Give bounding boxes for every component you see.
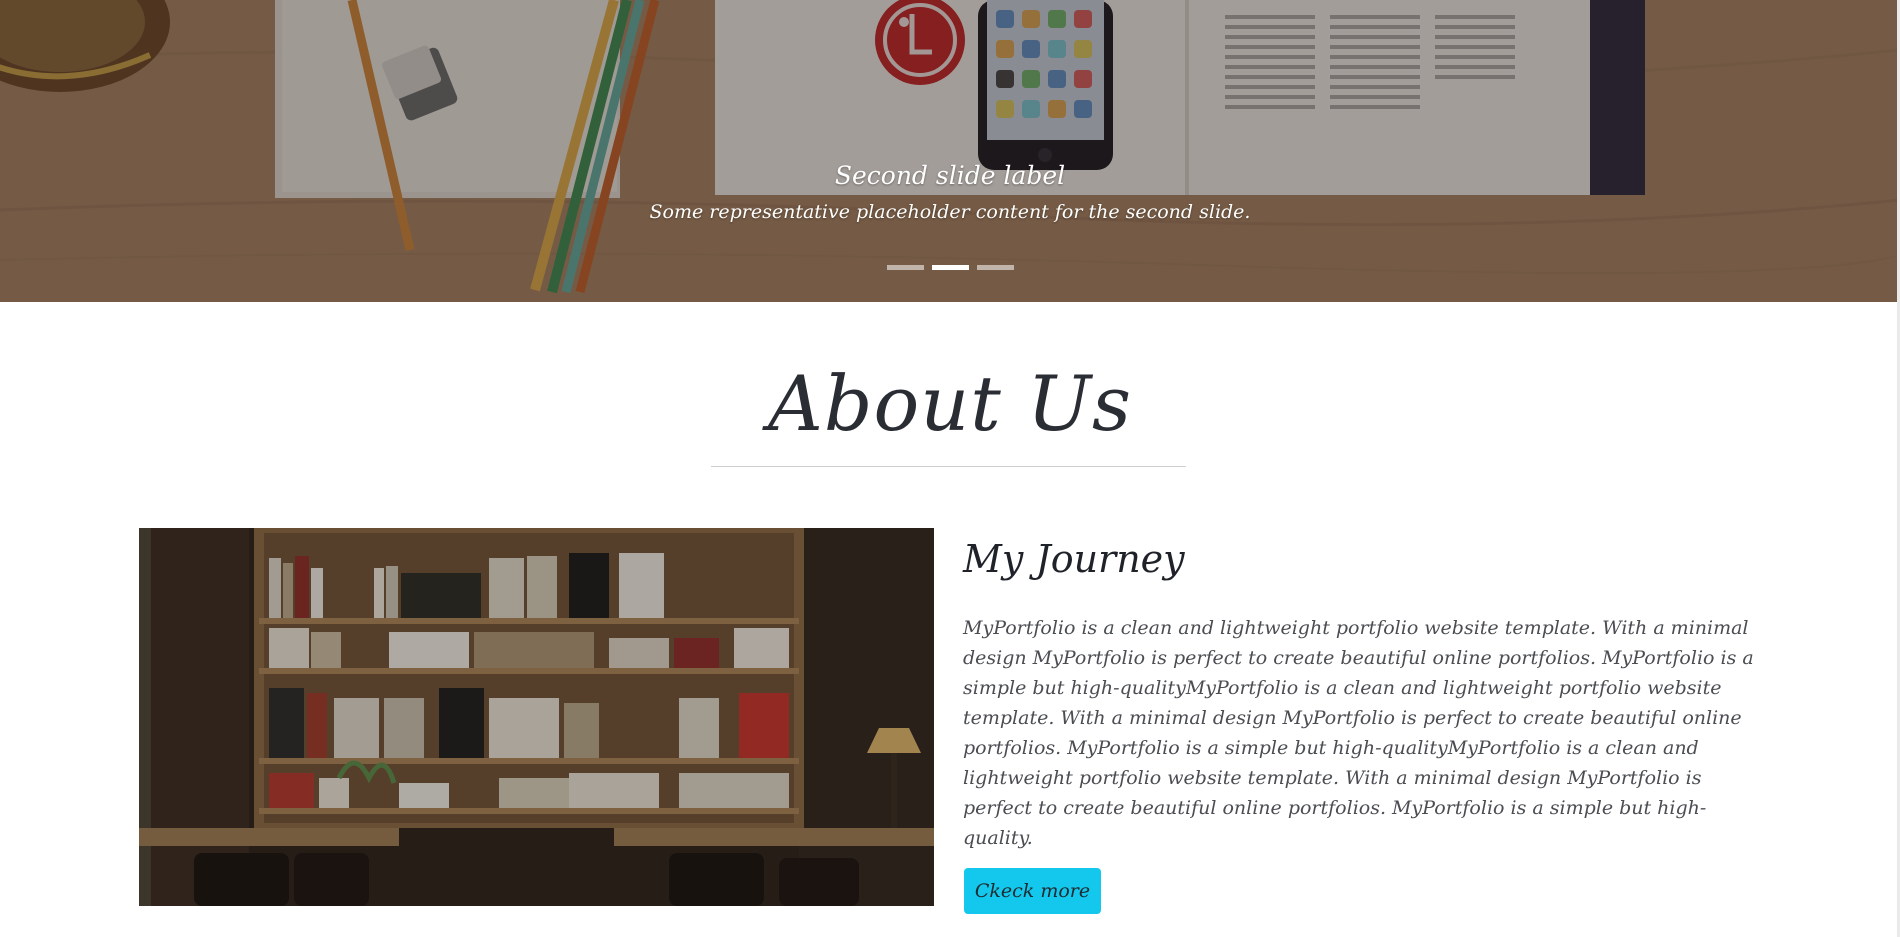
carousel-indicator-2[interactable]	[931, 265, 969, 270]
carousel-overlay	[0, 0, 1900, 302]
carousel-caption-title: Second slide label	[834, 161, 1066, 190]
about-section-title: About Us	[768, 359, 1132, 448]
carousel-caption-text: Some representative placeholder content …	[649, 201, 1251, 223]
hero-carousel[interactable]: Second slide label Some representative p…	[0, 0, 1900, 302]
check-more-button[interactable]: Ckeck more	[964, 868, 1101, 914]
carousel-indicators	[0, 265, 1900, 270]
journey-paragraph: MyPortfolio is a clean and lightweight p…	[963, 617, 1754, 849]
page: Second slide label Some representative p…	[0, 0, 1900, 937]
carousel-caption: Second slide label Some representative p…	[0, 158, 1900, 226]
carousel-indicator-1[interactable]	[886, 265, 924, 270]
about-title-divider	[711, 466, 1186, 467]
carousel-indicator-3[interactable]	[976, 265, 1014, 270]
about-image	[139, 528, 934, 906]
journey-title: My Journey	[963, 537, 1185, 581]
